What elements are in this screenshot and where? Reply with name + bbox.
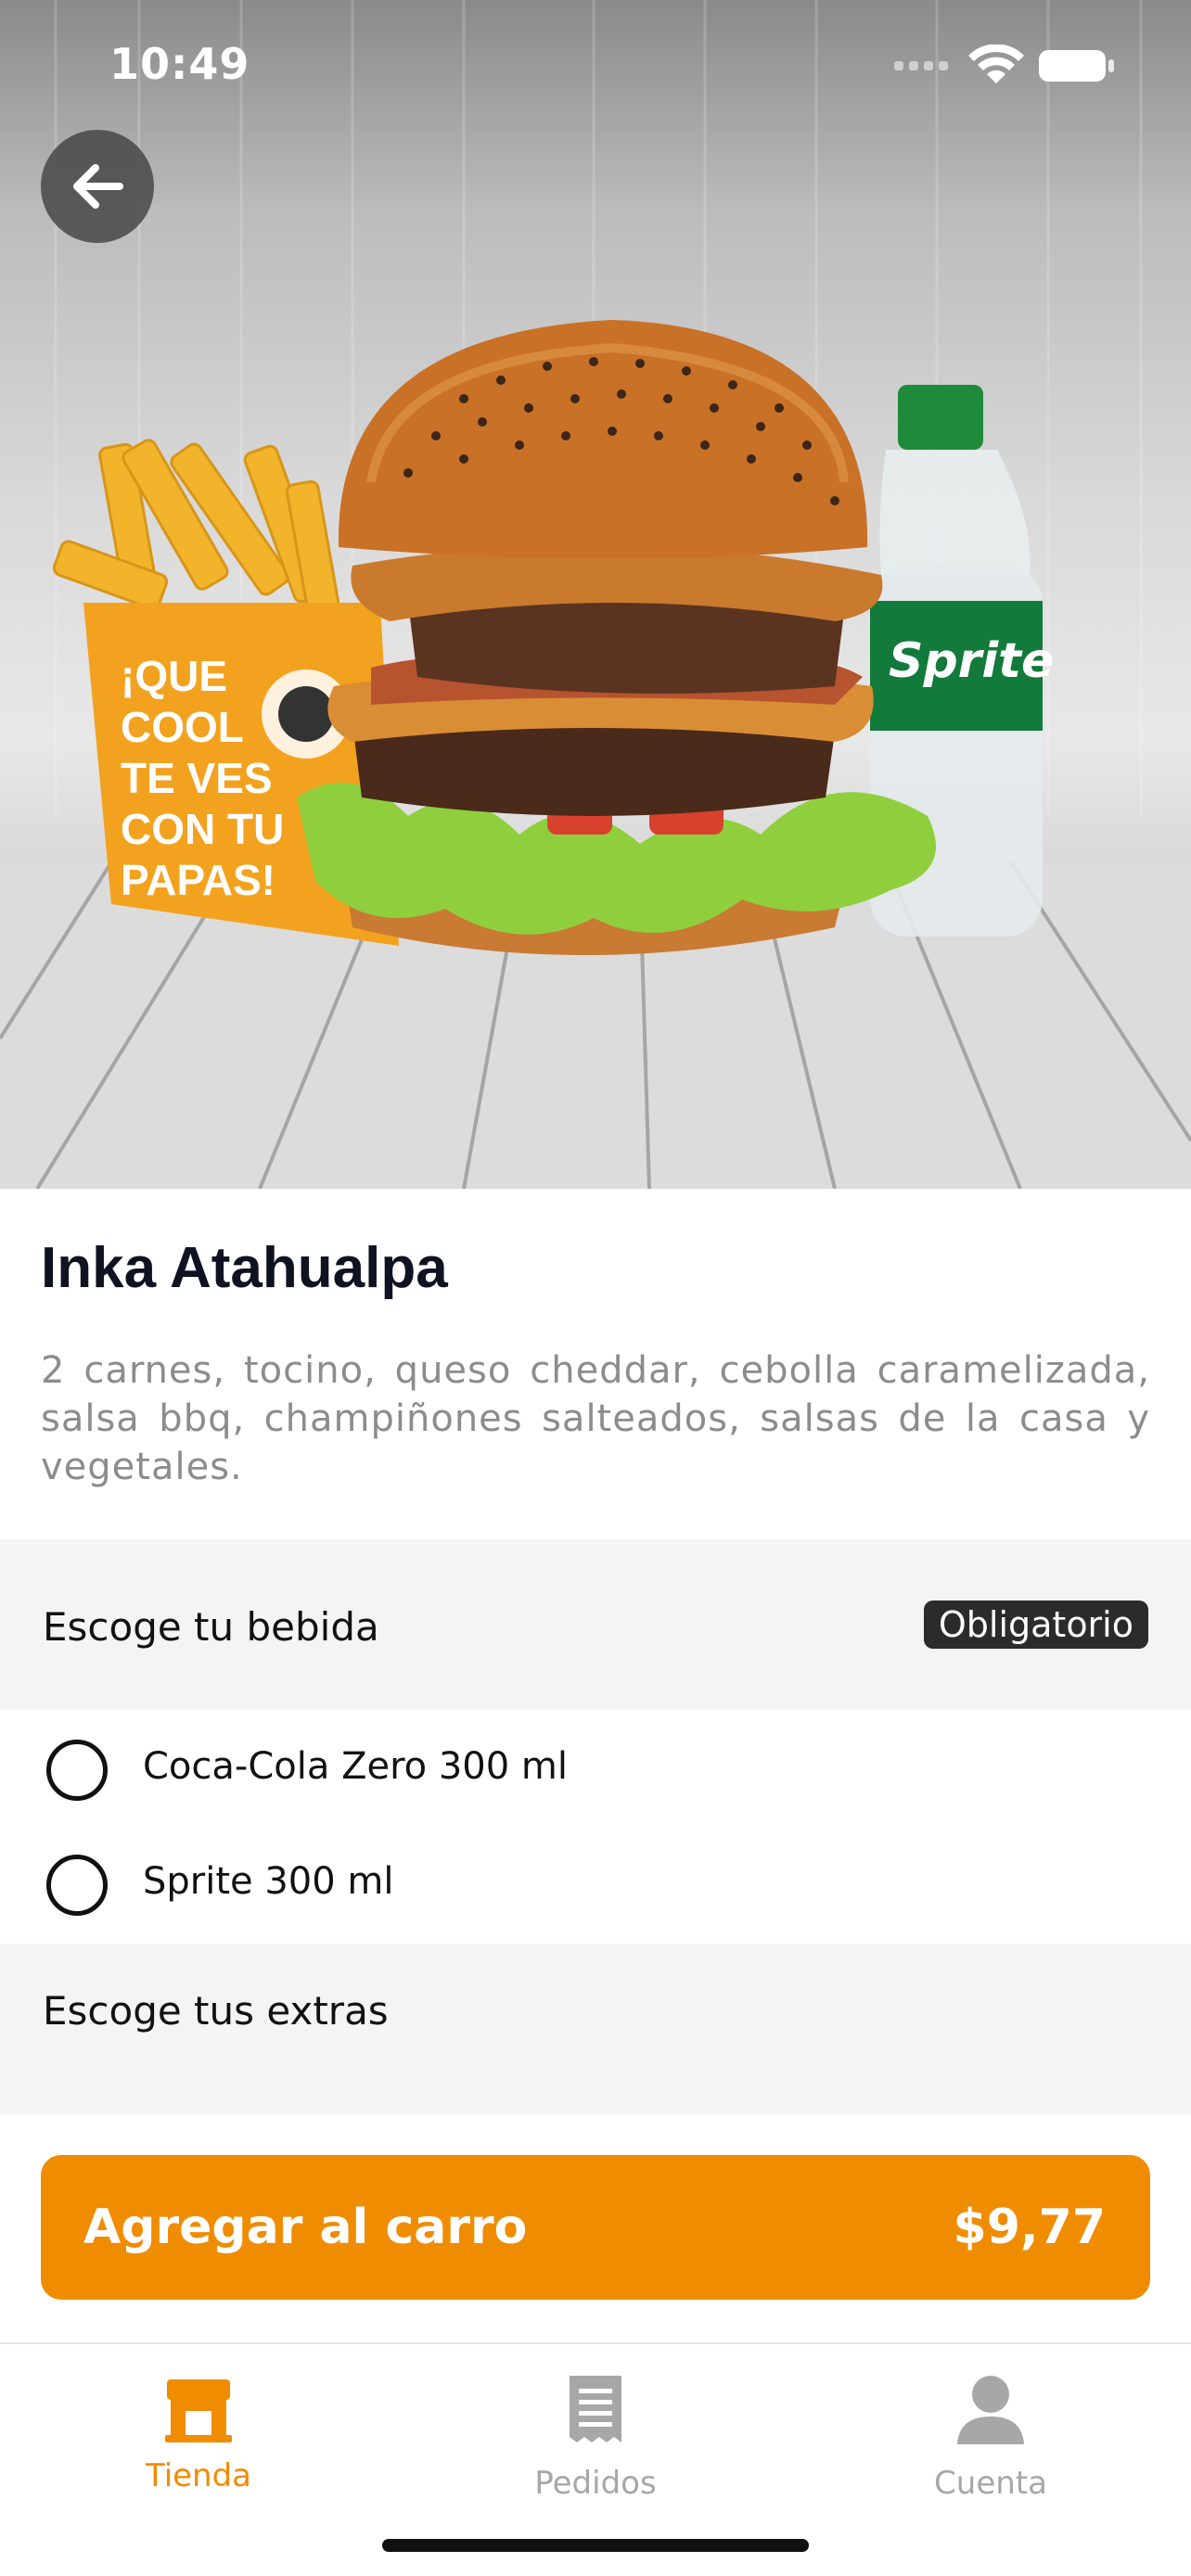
tab-label: Cuenta — [934, 2465, 1047, 2502]
hero-image: Sprite ¡QUE COOL TE VES CON TU PAPAS! 10… — [0, 0, 1191, 1189]
store-icon — [165, 2379, 232, 2442]
home-indicator — [382, 2539, 809, 2552]
tab-cuenta[interactable]: Cuenta — [879, 2372, 1102, 2511]
tab-label: Pedidos — [534, 2465, 657, 2502]
extras-section-header: Escoge tus extras — [0, 1944, 1191, 2114]
receipt-icon — [570, 2376, 621, 2442]
radio-button[interactable] — [46, 1740, 108, 1801]
drink-option-label: Sprite 300 ml — [143, 1860, 394, 1903]
person-icon — [957, 2376, 1024, 2444]
drink-option[interactable]: Sprite 300 ml — [0, 1827, 1191, 1942]
required-badge: Obligatorio — [923, 1600, 1148, 1649]
status-icons — [894, 45, 1114, 83]
add-to-cart-button[interactable]: Agregar al carro $9,77 — [41, 2155, 1150, 2300]
product-title: Inka Atahualpa — [41, 1236, 448, 1300]
add-to-cart-label: Agregar al carro — [83, 2200, 528, 2255]
drink-section-label: Escoge tu bebida — [43, 1604, 379, 1650]
cart-price: $9,77 — [953, 2200, 1106, 2255]
drink-section-header: Escoge tu bebida Obligatorio — [0, 1539, 1191, 1710]
drink-option[interactable]: Coca-Cola Zero 300 ml — [0, 1712, 1191, 1827]
svg-text:Sprite: Sprite — [889, 633, 1054, 689]
back-button[interactable] — [41, 130, 154, 243]
tab-label: Tienda — [145, 2457, 252, 2494]
status-time: 10:49 — [109, 39, 250, 89]
product-description: 2 carnes, tocino, queso cheddar, cebolla… — [41, 1349, 1150, 1488]
tab-tienda[interactable]: Tienda — [87, 2372, 310, 2511]
extras-section-label: Escoge tus extras — [43, 1988, 389, 2034]
arrow-left-icon — [73, 164, 123, 209]
battery-icon — [1039, 50, 1114, 82]
tab-pedidos[interactable]: Pedidos — [484, 2372, 707, 2511]
drink-option-label: Coca-Cola Zero 300 ml — [143, 1745, 568, 1788]
wifi-icon — [968, 45, 1024, 83]
radio-button[interactable] — [46, 1855, 108, 1916]
